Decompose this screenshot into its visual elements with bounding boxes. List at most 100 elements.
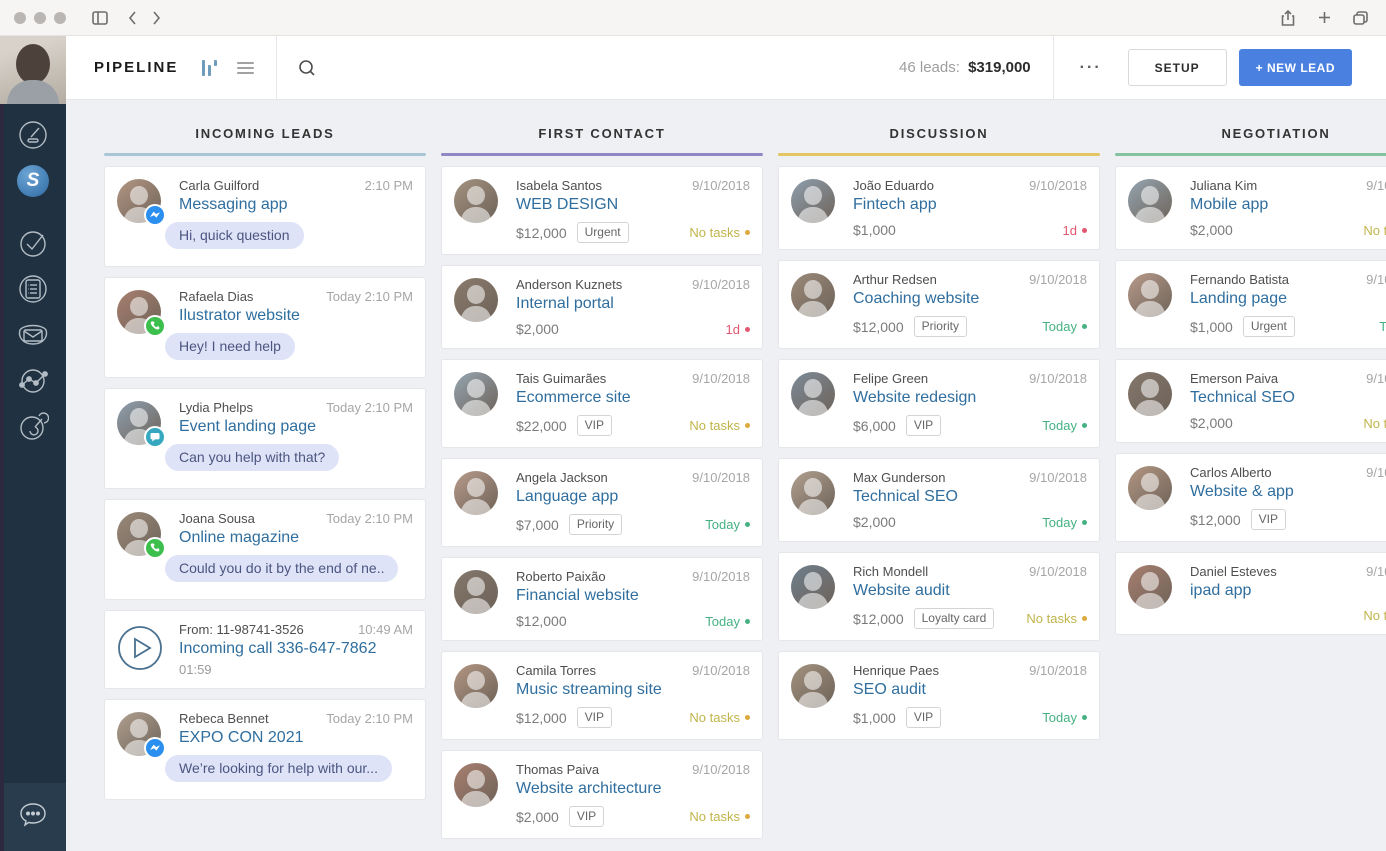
lead-card[interactable]: Henrique Paes 9/10/2018 SEO audit $1,000…: [778, 651, 1100, 740]
lead-card[interactable]: Roberto Paixão 9/10/2018 Financial websi…: [441, 557, 763, 641]
lead-title[interactable]: Website redesign: [853, 389, 1087, 407]
lead-card[interactable]: Emerson Paiva 9/10/2018 Technical SEO $2…: [1115, 359, 1386, 443]
forward-icon[interactable]: [144, 6, 168, 30]
close-window-icon[interactable]: [14, 12, 26, 24]
incoming-lead-card[interactable]: Rafaela Dias Today 2:10 PM Ilustrator we…: [104, 277, 426, 378]
lead-title[interactable]: Event landing page: [179, 418, 413, 436]
sidebar-nav: S: [0, 104, 66, 450]
stats-icon[interactable]: [0, 358, 66, 404]
share-icon[interactable]: [1276, 6, 1300, 30]
lead-card[interactable]: Thomas Paiva 9/10/2018 Website architect…: [441, 750, 763, 839]
search-icon[interactable]: [297, 58, 317, 78]
mail-icon[interactable]: [0, 312, 66, 358]
lead-title[interactable]: Coaching website: [853, 290, 1087, 308]
lead-card[interactable]: Anderson Kuznets 9/10/2018 Internal port…: [441, 265, 763, 349]
lead-date: 9/10/2018: [692, 470, 750, 485]
lead-title[interactable]: Internal portal: [516, 295, 750, 313]
incoming-lead-card[interactable]: Carla Guilford 2:10 PM Messaging app Hi,…: [104, 166, 426, 267]
play-icon[interactable]: [117, 625, 163, 676]
lead-card[interactable]: Angela Jackson 9/10/2018 Language app $7…: [441, 458, 763, 547]
lead-card[interactable]: Carlos Alberto 9/10/2018 Website & app $…: [1115, 453, 1386, 542]
dashboard-icon[interactable]: [0, 112, 66, 158]
lead-card[interactable]: Tais Guimarães 9/10/2018 Ecommerce site …: [441, 359, 763, 448]
lead-card[interactable]: Max Gunderson 9/10/2018 Technical SEO $2…: [778, 458, 1100, 542]
task-status-dot: [745, 423, 750, 428]
lead-contact-name: Daniel Esteves: [1190, 564, 1277, 579]
task-status-dot: [745, 814, 750, 819]
settings-icon[interactable]: [0, 404, 66, 450]
lead-title[interactable]: Landing page: [1190, 290, 1386, 308]
lead-title[interactable]: Mobile app: [1190, 196, 1386, 214]
chat-icon[interactable]: [16, 800, 50, 835]
lead-price: $6,000: [853, 418, 896, 434]
lead-tag: Urgent: [577, 222, 629, 243]
lead-price: $2,000: [853, 514, 896, 530]
lead-card[interactable]: Isabela Santos 9/10/2018 WEB DESIGN $12,…: [441, 166, 763, 255]
lead-title[interactable]: Technical SEO: [853, 488, 1087, 506]
tabs-icon[interactable]: [1348, 6, 1372, 30]
call-title[interactable]: Incoming call 336-647-7862: [179, 640, 413, 658]
lead-title[interactable]: Financial website: [516, 587, 750, 605]
lead-title[interactable]: Online magazine: [179, 529, 413, 547]
kanban-view-icon[interactable]: [202, 60, 217, 76]
tasks-icon[interactable]: [0, 220, 66, 266]
task-status-label: Today: [705, 517, 740, 532]
lead-title[interactable]: Fintech app: [853, 196, 1087, 214]
avatar: [791, 471, 835, 515]
lead-card[interactable]: Juliana Kim 9/10/2018 Mobile app $2,000 …: [1115, 166, 1386, 250]
sidebar-toggle-icon[interactable]: [88, 6, 112, 30]
lead-date: 9/10/2018: [692, 277, 750, 292]
lead-title[interactable]: Ilustrator website: [179, 307, 413, 325]
avatar: [454, 664, 498, 708]
lead-title[interactable]: Music streaming site: [516, 681, 750, 699]
lead-card[interactable]: João Eduardo 9/10/2018 Fintech app $1,00…: [778, 166, 1100, 250]
column-title: DISCUSSION: [778, 126, 1100, 141]
lead-title[interactable]: SEO audit: [853, 681, 1087, 699]
lead-card[interactable]: Arthur Redsen 9/10/2018 Coaching website…: [778, 260, 1100, 349]
task-status-label: Today: [705, 614, 740, 629]
avatar: [791, 372, 835, 416]
lead-card[interactable]: Daniel Esteves 9/10/2018 ipad app No tas…: [1115, 552, 1386, 635]
lead-title[interactable]: Ecommerce site: [516, 389, 750, 407]
back-icon[interactable]: [120, 6, 144, 30]
avatar: [454, 372, 498, 416]
task-status-label: Today: [1042, 319, 1077, 334]
lists-icon[interactable]: [0, 266, 66, 312]
lead-title[interactable]: EXPO CON 2021: [179, 729, 413, 747]
pipeline-icon[interactable]: S: [0, 158, 66, 204]
lead-title[interactable]: Messaging app: [179, 196, 413, 214]
avatar: [1128, 273, 1172, 317]
lead-title[interactable]: WEB DESIGN: [516, 196, 750, 214]
task-status-label: No tasks: [689, 418, 740, 433]
zoom-window-icon[interactable]: [54, 12, 66, 24]
lead-card[interactable]: Felipe Green 9/10/2018 Website redesign …: [778, 359, 1100, 448]
new-tab-icon[interactable]: [1312, 6, 1336, 30]
lead-contact-name: Rafaela Dias: [179, 289, 253, 304]
lead-title[interactable]: Language app: [516, 488, 750, 506]
lead-title[interactable]: ipad app: [1190, 582, 1386, 600]
incoming-call-card[interactable]: From: 11-98741-3526 10:49 AM Incoming ca…: [104, 610, 426, 689]
lead-card[interactable]: Rich Mondell 9/10/2018 Website audit $12…: [778, 552, 1100, 641]
setup-button[interactable]: SETUP: [1128, 49, 1227, 86]
lead-date: 9/10/2018: [1366, 465, 1386, 480]
lead-title[interactable]: Website architecture: [516, 780, 750, 798]
lead-date: 9/10/2018: [1366, 272, 1386, 287]
more-icon[interactable]: ···: [1080, 63, 1102, 73]
lead-title[interactable]: Technical SEO: [1190, 389, 1386, 407]
list-view-icon[interactable]: [237, 62, 254, 74]
lead-card[interactable]: Camila Torres 9/10/2018 Music streaming …: [441, 651, 763, 740]
task-status-label: Today: [1379, 319, 1386, 334]
minimize-window-icon[interactable]: [34, 12, 46, 24]
incoming-lead-card[interactable]: Joana Sousa Today 2:10 PM Online magazin…: [104, 499, 426, 600]
task-status-dot: [1082, 324, 1087, 329]
incoming-lead-card[interactable]: Lydia Phelps Today 2:10 PM Event landing…: [104, 388, 426, 489]
incoming-lead-card[interactable]: Rebeca Bennet Today 2:10 PM EXPO CON 202…: [104, 699, 426, 800]
column-underline: [441, 153, 763, 156]
lead-contact-name: Roberto Paixão: [516, 569, 606, 584]
user-avatar[interactable]: [0, 36, 66, 104]
new-lead-button[interactable]: + NEW LEAD: [1239, 49, 1352, 86]
lead-title[interactable]: Website audit: [853, 582, 1087, 600]
lead-card[interactable]: Fernando Batista 9/10/2018 Landing page …: [1115, 260, 1386, 349]
lead-title[interactable]: Website & app: [1190, 483, 1386, 501]
lead-tag: VIP: [906, 415, 941, 436]
